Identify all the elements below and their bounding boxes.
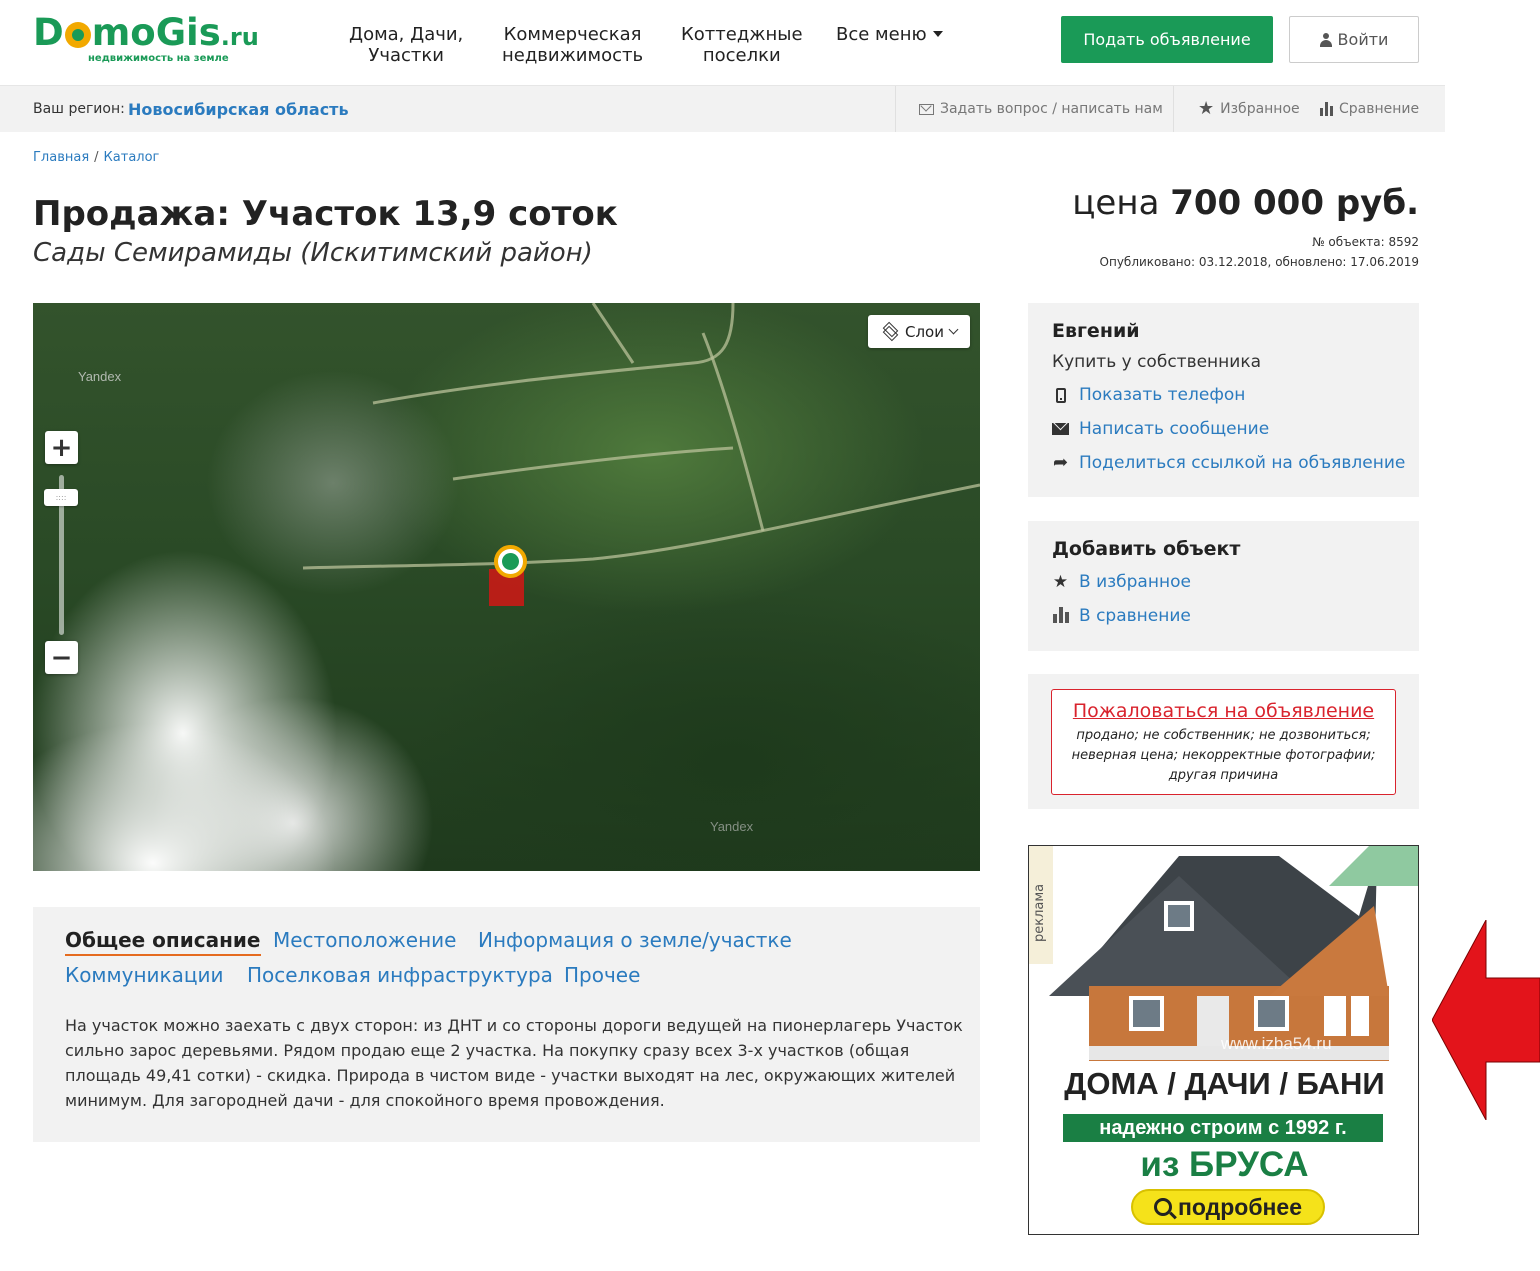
post-listing-button[interactable]: Подать объявление [1061, 16, 1273, 63]
nav-all-menu[interactable]: Все меню [836, 24, 943, 45]
seller-card: Евгений Купить у собственника Показать т… [1028, 303, 1419, 497]
site-logo[interactable]: DmoGis.ru недвижимость на земле [33, 14, 259, 65]
ad-watermark: www.izba54.ru [1221, 1034, 1332, 1053]
ad-label: реклама [1029, 846, 1053, 964]
map-layers-button[interactable]: Слои [868, 315, 970, 348]
tab-location[interactable]: Местоположение [273, 928, 456, 952]
map-road [591, 303, 635, 364]
user-icon [1319, 32, 1332, 47]
show-phone-link[interactable]: Показать телефон [1052, 385, 1245, 405]
map-road [701, 332, 765, 532]
tab-utilities[interactable]: Коммуникации [65, 963, 223, 987]
caret-down-icon [932, 31, 943, 37]
report-listing-link[interactable]: Пожаловаться на объявление [1052, 700, 1395, 722]
zoom-slider-handle[interactable]: :::: [44, 489, 78, 506]
share-arrow-icon: ➦ [1052, 452, 1069, 473]
tab-general[interactable]: Общее описание [65, 928, 261, 956]
star-icon: ★ [1052, 572, 1069, 592]
nav-commercial[interactable]: Коммерческая недвижимость [502, 24, 643, 66]
report-reasons: продано; не собственник; не дозвониться;… [1071, 728, 1376, 783]
page-title: Продажа: Участок 13,9 соток [33, 194, 618, 234]
bar-chart-icon [1052, 607, 1069, 623]
region-bar: Ваш регион: Новосибирская область Задать… [0, 86, 1445, 132]
advertisement-banner[interactable]: реклама www.izba54.ru ДОМА / ДАЧИ / БАНИ… [1028, 845, 1419, 1235]
map-road [452, 446, 734, 481]
write-message-link[interactable]: Написать сообщение [1052, 419, 1269, 439]
ask-question-link[interactable]: Задать вопрос / написать нам [919, 101, 1163, 117]
login-button[interactable]: Войти [1289, 16, 1419, 63]
map-watermark: Yandex [710, 819, 754, 834]
region-label: Ваш регион: [33, 101, 125, 117]
satellite-map[interactable]: Yandex Yandex Слои + :::: − [33, 303, 980, 871]
zoom-out-button[interactable]: − [45, 641, 78, 674]
ad-headline: ДОМА / ДАЧИ / БАНИ [1064, 1066, 1385, 1101]
add-to-favorites-link[interactable]: ★ В избранное [1052, 572, 1191, 592]
region-selector[interactable]: Новосибирская область [128, 100, 349, 119]
listing-location: Сады Семирамиды (Искитимский район) [33, 238, 593, 268]
magnifier-icon [1153, 1198, 1172, 1216]
seller-name: Евгений [1052, 320, 1140, 342]
map-watermark: Yandex [78, 369, 122, 384]
nav-houses[interactable]: Дома, Дачи, Участки [349, 24, 463, 66]
breadcrumb-catalog[interactable]: Каталог [104, 150, 160, 165]
divider [1173, 86, 1174, 132]
envelope-icon [1052, 423, 1069, 435]
breadcrumb-separator: / [94, 150, 99, 165]
ad-material: из БРУСА [1140, 1145, 1309, 1184]
layers-icon [881, 325, 899, 339]
map-road [302, 483, 980, 570]
add-to-compare-link[interactable]: В сравнение [1052, 606, 1191, 626]
zoom-in-button[interactable]: + [45, 431, 78, 464]
add-object-title: Добавить объект [1052, 538, 1241, 560]
object-number: № объекта: 8592 [1312, 235, 1419, 249]
listing-price: цена 700 000 руб. [1072, 183, 1419, 223]
divider [895, 86, 896, 132]
star-icon: ★ [1198, 98, 1215, 119]
price-value: 700 000 руб. [1170, 183, 1419, 223]
share-link[interactable]: ➦ Поделиться ссылкой на объявление [1052, 453, 1405, 473]
report-box: Пожаловаться на объявление продано; не с… [1051, 689, 1396, 795]
tab-land-info[interactable]: Информация о земле/участке [478, 928, 792, 952]
price-prefix: цена [1072, 183, 1160, 223]
tab-other[interactable]: Прочее [564, 963, 640, 987]
add-object-card: Добавить объект ★ В избранное В сравнени… [1028, 521, 1419, 651]
seller-type: Купить у собственника [1052, 352, 1262, 372]
map-pin-icon[interactable] [494, 545, 527, 578]
compare-link[interactable]: Сравнение [1320, 101, 1419, 117]
logo-tld: .ru [220, 23, 259, 51]
envelope-icon [919, 103, 934, 115]
mobile-phone-icon [1055, 387, 1066, 403]
ad-since-band: надежно строим с 1992 г. [1063, 1114, 1383, 1142]
house-illustration [1049, 846, 1418, 1061]
ad-more-button[interactable]: подробнее [1131, 1189, 1325, 1225]
description-text: На участок можно заехать с двух сторон: … [65, 1016, 963, 1110]
chevron-down-icon [948, 324, 959, 335]
report-card: Пожаловаться на объявление продано; не с… [1028, 674, 1419, 809]
favorites-link[interactable]: ★ Избранное [1198, 98, 1300, 119]
tab-infrastructure[interactable]: Поселковая инфраструктура [247, 963, 553, 987]
nav-cottage-villages[interactable]: Коттеджные поселки [681, 24, 803, 66]
logo-o-icon [64, 22, 91, 48]
description-panel: Общее описание Местоположение Информация… [33, 907, 980, 1142]
published-dates: Опубликовано: 03.12.2018, обновлено: 17.… [1099, 255, 1419, 269]
map-road [372, 303, 735, 405]
breadcrumb-home[interactable]: Главная [33, 150, 89, 165]
bar-chart-icon [1320, 102, 1333, 116]
red-arrow-icon [1432, 920, 1540, 1120]
breadcrumb: Главная / Каталог [33, 150, 159, 165]
site-header: DmoGis.ru недвижимость на земле Дома, Да… [0, 0, 1445, 86]
